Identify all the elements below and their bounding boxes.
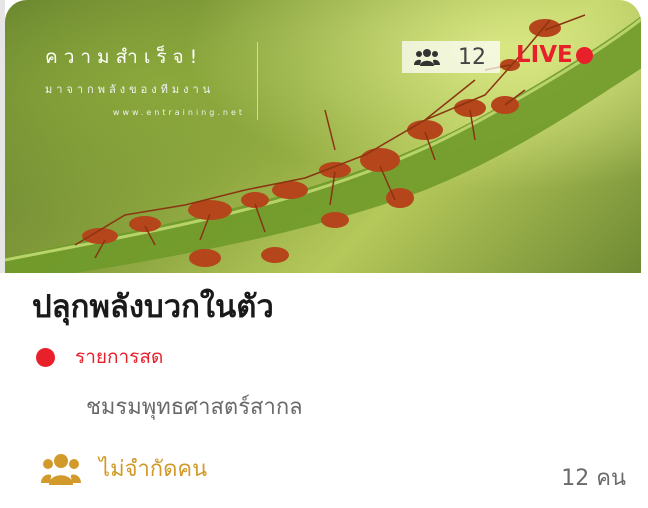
capacity-info: ไม่จำกัดคน bbox=[41, 451, 207, 486]
status-label: รายการสด bbox=[75, 346, 164, 368]
group-users-icon bbox=[414, 49, 440, 66]
organizer-name: ชมรมพุทธศาสตร์สากล bbox=[86, 395, 303, 420]
event-title[interactable]: ปลุกพลังบวกในตัว bbox=[32, 281, 274, 331]
attendee-count: 12 คน bbox=[561, 466, 626, 491]
capacity-label: ไม่จำกัดคน bbox=[99, 457, 208, 482]
group-users-icon bbox=[41, 453, 81, 485]
brand-title: ความสำเร็จ! bbox=[45, 46, 204, 68]
event-cover-image[interactable]: ความสำเร็จ! มาจากพลังของทีมงาน www.entra… bbox=[5, 0, 641, 273]
live-indicator: LIVE bbox=[516, 42, 593, 68]
viewer-count: 12 bbox=[458, 44, 486, 70]
brand-watermark: ความสำเร็จ! มาจากพลังของทีมงาน www.entra… bbox=[45, 42, 258, 120]
live-label: LIVE bbox=[516, 42, 573, 68]
event-status: รายการสด bbox=[36, 342, 163, 372]
ants-illustration bbox=[5, 14, 641, 273]
brand-url: www.entraining.net bbox=[112, 108, 245, 117]
brand-subtitle: มาจากพลังของทีมงาน bbox=[45, 83, 215, 96]
viewer-count-badge: 12 bbox=[402, 41, 500, 73]
live-status-dot-icon bbox=[36, 347, 55, 367]
live-dot-icon bbox=[575, 46, 593, 64]
